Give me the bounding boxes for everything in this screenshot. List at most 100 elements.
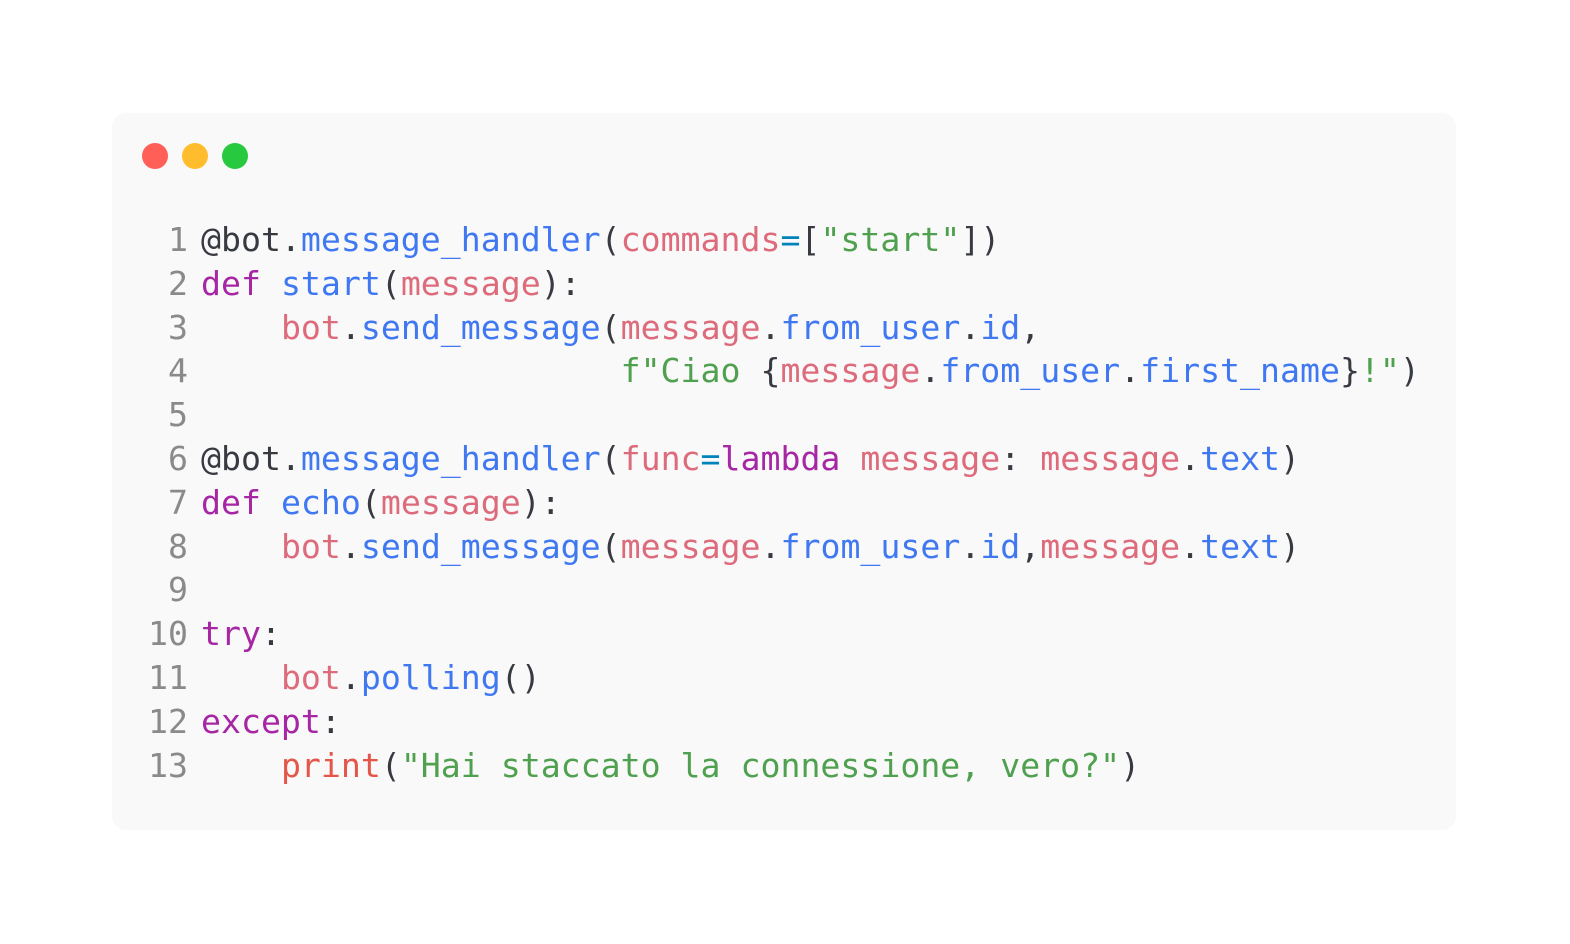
code-block[interactable]: 1 @bot.message_handler(commands=["start"]… <box>140 218 1420 787</box>
maximize-dot[interactable] <box>222 143 248 169</box>
line-content: bot.send_message(message.from_user.id,me… <box>201 525 1300 569</box>
code-line: 12 except: <box>140 700 1420 744</box>
line-number: 4 <box>168 351 188 391</box>
code-token: !" <box>1359 351 1400 391</box>
code-token: print <box>280 745 381 785</box>
line-content: @bot.message_handler(commands=["start"]) <box>201 218 1000 262</box>
code-line: 13 print("Hai staccato la connessione, v… <box>140 744 1420 788</box>
code-token: start <box>280 263 381 303</box>
code-token: bot <box>280 526 341 566</box>
line-content: def echo(message): <box>201 481 561 525</box>
code-token: ) <box>1399 351 1420 391</box>
code-token: text <box>1200 526 1281 566</box>
code-token: message <box>400 263 541 303</box>
code-token: message <box>1040 438 1181 478</box>
code-token: message <box>860 438 1001 478</box>
line-number: 8 <box>168 526 188 566</box>
code-token: ) <box>1120 745 1141 785</box>
code-token: message <box>620 526 761 566</box>
line-number: 6 <box>168 438 188 478</box>
code-token: from_user <box>940 351 1121 391</box>
code-token: polling <box>360 657 501 697</box>
code-token: { <box>760 351 781 391</box>
code-token: . <box>960 307 981 347</box>
code-token: message <box>780 351 921 391</box>
line-content: bot.polling() <box>201 656 541 700</box>
code-line: 5 <box>140 393 1420 437</box>
code-token: : <box>320 701 341 741</box>
code-token: : <box>260 614 281 654</box>
line-number: 5 <box>168 395 188 435</box>
code-token: except <box>201 701 321 741</box>
line-content: def start(message): <box>201 262 581 306</box>
code-token: () <box>500 657 541 697</box>
code-token: text <box>1200 438 1281 478</box>
code-token: . <box>340 657 361 697</box>
code-line: 2 def start(message): <box>140 262 1420 306</box>
line-content: f"Ciao {message.from_user.first_name}!") <box>201 349 1420 393</box>
line-number: 9 <box>168 570 188 610</box>
code-token: @bot. <box>201 220 301 259</box>
code-token: send_message <box>360 307 601 347</box>
line-content: except: <box>201 700 341 744</box>
code-token: lambda <box>720 438 841 478</box>
code-token: ( <box>600 220 621 259</box>
code-token: , <box>1020 526 1041 566</box>
minimize-dot[interactable] <box>182 143 208 169</box>
code-token: try <box>201 614 261 654</box>
code-line: 10 try: <box>140 612 1420 656</box>
code-line: 6 @bot.message_handler(func=lambda messag… <box>140 437 1420 481</box>
line-content: print("Hai staccato la connessione, vero… <box>201 744 1140 788</box>
close-dot[interactable] <box>142 143 168 169</box>
code-token: message <box>380 482 521 522</box>
code-token: . <box>1180 526 1201 566</box>
code-token: ( <box>380 263 401 303</box>
window-controls <box>142 143 248 169</box>
code-token: . <box>1180 438 1201 478</box>
line-number: 12 <box>148 701 188 741</box>
code-token: ( <box>600 526 621 566</box>
code-token: "Hai staccato la connessione, vero?" <box>400 745 1121 785</box>
code-token: = <box>700 438 721 478</box>
code-line: 7 def echo(message): <box>140 481 1420 525</box>
code-token: ): <box>520 482 561 522</box>
code-token: @bot. <box>201 438 301 478</box>
code-token: commands <box>620 220 781 259</box>
code-token: message <box>1040 526 1181 566</box>
code-token: ) <box>1280 438 1301 478</box>
code-token: } <box>1339 351 1360 391</box>
line-number: 11 <box>148 657 188 697</box>
code-line: 9 <box>140 568 1420 612</box>
code-token: id <box>980 526 1021 566</box>
code-token: . <box>920 351 941 391</box>
line-number: 7 <box>168 482 188 522</box>
code-token: ]) <box>960 220 1001 259</box>
line-number: 1 <box>168 220 188 259</box>
code-line: 3 bot.send_message(message.from_user.id, <box>140 306 1420 350</box>
code-token: . <box>340 307 361 347</box>
line-number: 13 <box>148 745 188 785</box>
code-token: : <box>1000 438 1041 478</box>
code-token: func <box>620 438 701 478</box>
code-token: def <box>201 482 261 522</box>
code-token: first_name <box>1140 351 1340 391</box>
code-token: = <box>780 220 801 259</box>
code-line: 1 @bot.message_handler(commands=["start"]… <box>140 218 1420 262</box>
code-token: ( <box>600 438 621 478</box>
code-token: , <box>1020 307 1041 347</box>
code-token: . <box>760 307 781 347</box>
code-token: . <box>1120 351 1141 391</box>
code-token: "start" <box>820 220 961 259</box>
code-token: bot <box>280 307 341 347</box>
code-line: 11 bot.polling() <box>140 656 1420 700</box>
line-number: 10 <box>148 614 188 654</box>
code-token: ): <box>540 263 581 303</box>
code-token: message_handler <box>300 220 601 259</box>
